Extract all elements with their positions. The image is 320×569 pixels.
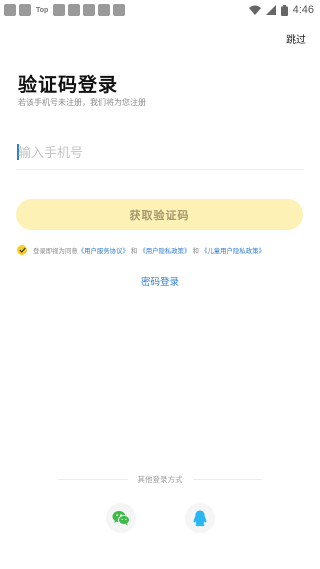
get-code-button[interactable]: 获取验证码	[16, 199, 303, 230]
check-icon	[18, 247, 26, 253]
wechat-icon	[112, 511, 130, 526]
agreement-prefix: 登录即视为同意	[33, 246, 78, 255]
wechat-login-button[interactable]	[106, 503, 136, 533]
agreement-checkbox[interactable]	[17, 245, 27, 255]
status-bar: Top 4:46	[0, 0, 320, 20]
divider-line	[192, 478, 262, 480]
agreement-and: 和	[192, 246, 199, 255]
agreement-text: 登录即视为同意《用户服务协议》 和 《用户隐私政策》 和 《儿童用户隐私政策》	[33, 246, 265, 255]
notification-icon	[98, 4, 111, 16]
other-login-label: 其他登录方式	[137, 474, 183, 484]
user-service-agreement-link[interactable]: 《用户服务协议》	[78, 247, 129, 255]
phone-field[interactable]	[16, 138, 304, 170]
qq-icon	[193, 510, 207, 526]
notification-icon	[53, 4, 66, 16]
page-subtitle: 若该手机号未注册，我们将为您注册	[18, 98, 146, 107]
system-icons: 4:46	[248, 0, 314, 20]
battery-icon	[280, 4, 288, 16]
user-privacy-policy-link[interactable]: 《用户隐私政策》	[139, 247, 190, 255]
agreement-and: 和	[130, 246, 138, 255]
notification-icon	[113, 4, 126, 16]
signal-icon	[265, 5, 276, 15]
page-title: 验证码登录	[18, 74, 119, 96]
notification-icon	[4, 4, 16, 16]
notification-icons: Top	[4, 4, 126, 16]
divider-line	[58, 478, 128, 480]
notification-app-label: Top	[36, 6, 49, 14]
clock: 4:46	[292, 4, 314, 16]
other-login-divider: 其他登录方式	[58, 473, 262, 485]
agreement-row: 登录即视为同意《用户服务协议》 和 《用户隐私政策》 和 《儿童用户隐私政策》	[17, 245, 307, 255]
wifi-icon	[248, 5, 261, 15]
notification-icon	[19, 4, 31, 16]
skip-button[interactable]: 跳过	[286, 31, 306, 46]
notification-icon	[83, 4, 96, 16]
notification-icon	[68, 4, 81, 16]
password-login-link[interactable]: 密码登录	[0, 274, 320, 288]
qq-login-button[interactable]	[185, 503, 215, 533]
child-privacy-policy-link[interactable]: 《儿童用户隐私政策》	[201, 247, 265, 255]
phone-input[interactable]	[16, 138, 304, 168]
